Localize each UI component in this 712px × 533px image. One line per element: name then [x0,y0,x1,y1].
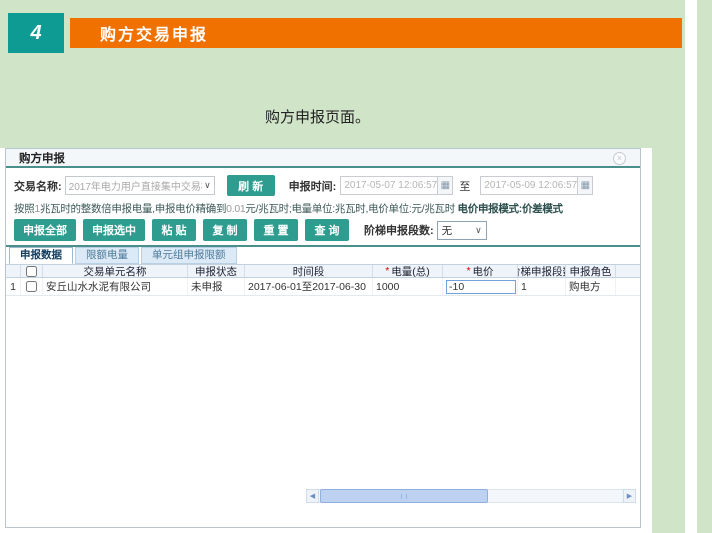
header-unit-name: 交易单元名称 [43,265,188,277]
hint-seg: 兆瓦时的整数倍申报电量,申报电价精确到 [40,203,226,215]
section-number-badge: 4 [8,13,64,53]
query-form-row: 交易名称: 2017年电力用户直接集中交易模拟 ∨ 刷 新 申报时间: 2017… [14,175,636,196]
unit-name-value: 安丘山水水泥有限公司 [46,279,151,294]
calendar-icon[interactable]: ▦ [437,177,452,194]
ladder-segments-select[interactable]: 无 ∨ [437,221,487,240]
header-row-number [6,265,21,277]
header-quantity: * 电量(总) [373,265,443,277]
period-value: 2017-06-01至2017-06-30 [248,279,366,294]
caption-text: 购方申报页面。 [265,106,370,127]
grid-header-row: 交易单元名称 申报状态 时间段 * 电量(总) * 电价 阶梯申报段数 申报角色 [6,264,640,278]
status-cell: 未申报 [188,278,245,295]
declarer-cell [616,278,640,295]
status-value: 未申报 [191,279,223,294]
close-icon: × [617,153,622,163]
scroll-left-icon: ◀ [310,492,315,500]
section-title: 购方交易申报 [100,21,208,45]
query-button[interactable]: 查 询 [305,219,349,241]
required-mark: * [466,265,470,277]
to-label: 至 [459,178,470,194]
refresh-button[interactable]: 刷 新 [227,175,275,196]
scroll-left-button[interactable]: ◀ [306,489,319,503]
ladder-segments-cell: 1 [518,278,566,295]
tab-strip: 申报数据 限额电量 单元组申报限额 [9,247,239,264]
header-ladder-segments: 阶梯申报段数 [518,265,566,277]
header-label: 申报状态 [195,265,237,277]
ladder-segments-value: 1 [521,281,527,293]
section-number: 4 [30,22,41,45]
scroll-right-button[interactable]: ▶ [623,489,636,503]
price-mode-label: 电价申报模式:价差模式 [458,203,563,215]
role-value: 购电方 [569,279,601,294]
tab-unit-group-quota[interactable]: 单元组申报限额 [141,247,237,264]
ladder-segments-label: 阶梯申报段数: [364,222,434,238]
row-number-value: 1 [10,281,16,293]
row-number: 1 [6,278,21,295]
period-cell: 2017-06-01至2017-06-30 [245,278,373,295]
action-toolbar: 申报全部 申报选中 粘 贴 复 制 重 置 查 询 阶梯申报段数: 无 ∨ [14,219,487,241]
header-price: * 电价 [443,265,518,277]
trade-name-label: 交易名称: [14,178,62,194]
scrollbar-thumb[interactable] [320,489,488,503]
window-titlebar: 购方申报 [6,149,640,168]
declare-selected-button[interactable]: 申报选中 [83,219,145,241]
header-label: 交易单元名称 [84,265,147,277]
header-label: 阶梯申报段数 [518,265,566,277]
quantity-value: 1000 [376,281,399,293]
hint-number: 0.01 [226,203,245,215]
declare-all-button[interactable]: 申报全部 [14,219,76,241]
header-label: 申报角色 [570,265,612,277]
buyer-declare-window: 购方申报 × 交易名称: 2017年电力用户直接集中交易模拟 ∨ 刷 新 申报时… [5,148,641,528]
tab-declare-data[interactable]: 申报数据 [9,247,73,264]
trade-name-select[interactable]: 2017年电力用户直接集中交易模拟 ∨ [65,176,215,195]
required-mark: * [385,265,389,277]
chevron-down-icon: ∨ [204,180,211,191]
role-cell: 购电方 [566,278,616,295]
copy-button[interactable]: 复 制 [203,219,247,241]
section-banner: 购方交易申报 [70,18,682,48]
price-cell [443,278,518,295]
calendar-icon[interactable]: ▦ [577,177,592,194]
date-to-value: 2017-05-09 12:06:57 [481,180,577,191]
declare-grid: 交易单元名称 申报状态 时间段 * 电量(总) * 电价 阶梯申报段数 申报角色 [6,264,640,527]
chevron-down-icon: ∨ [475,225,482,236]
reset-button[interactable]: 重 置 [254,219,298,241]
ladder-segments-value: 无 [442,223,473,238]
header-label: 时间段 [293,265,325,277]
row-checkbox[interactable] [26,281,37,292]
table-row: 1 安丘山水水泥有限公司 未申报 2017-06-01至2017-06-30 1… [6,278,640,296]
close-button[interactable]: × [613,152,626,165]
select-all-checkbox[interactable] [26,266,37,277]
trade-name-value: 2017年电力用户直接集中交易模拟 [69,178,202,193]
date-to-input[interactable]: 2017-05-09 12:06:57 ▦ [480,176,593,195]
header-role: 申报角色 [566,265,616,277]
header-label: 电量(总) [391,265,430,277]
unit-name-cell: 安丘山水水泥有限公司 [43,278,188,295]
tab-quota-energy[interactable]: 限额电量 [75,247,139,264]
paste-button[interactable]: 粘 贴 [152,219,196,241]
hint-seg: 按照 [14,203,34,215]
page-white-strip [685,0,697,533]
scrollbar-grip [401,494,407,499]
scroll-right-icon: ▶ [627,492,632,500]
header-status: 申报状态 [188,265,245,277]
header-period: 时间段 [245,265,373,277]
quantity-cell: 1000 [373,278,443,295]
date-from-value: 2017-05-07 12:06:57 [341,180,437,191]
declare-rules-hint: 按照1兆瓦时的整数倍申报电量,申报电价精确到0.01元/兆瓦时;电量单位:兆瓦时… [14,201,638,216]
row-select-cell [21,278,43,295]
header-label: 电价 [473,265,494,277]
hint-seg: 元/兆瓦时;电量单位:兆瓦时,电价单位:元/兆瓦时 [245,203,457,215]
declare-time-label: 申报时间: [289,178,337,194]
horizontal-scrollbar: ◀ ▶ [306,489,636,503]
header-declarer: 申报人 [616,265,640,277]
header-select-all [21,265,43,277]
window-title: 购方申报 [19,150,65,166]
price-input[interactable] [446,280,516,294]
date-from-input[interactable]: 2017-05-07 12:06:57 ▦ [340,176,453,195]
